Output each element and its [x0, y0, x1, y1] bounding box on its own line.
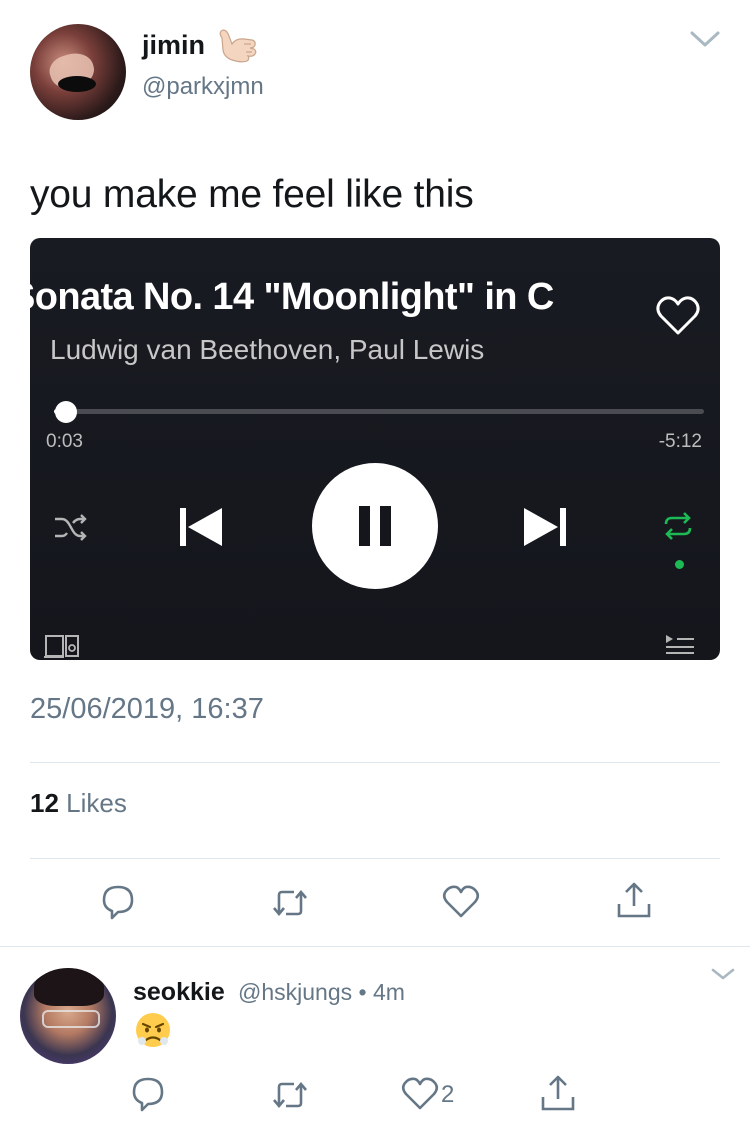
reply-separator: • [358, 979, 367, 1005]
like-heart-icon[interactable] [400, 1074, 440, 1114]
queue-icon[interactable] [664, 633, 696, 655]
repeat-active-indicator [675, 560, 684, 569]
heart-outline-icon[interactable] [654, 294, 702, 338]
tweet-media-player[interactable]: Sonata No. 14 "Moonlight" in C Ludwig va… [30, 238, 720, 660]
author-handle[interactable]: @parkxjmn [142, 73, 264, 101]
call-me-hand-emoji-icon [219, 29, 257, 63]
divider [30, 858, 720, 859]
retweet-icon[interactable] [270, 883, 310, 923]
tweet-text: you make me feel like this [30, 173, 474, 216]
tweet-timestamp[interactable]: 25/06/2019, 16:37 [30, 693, 264, 726]
next-track-icon[interactable] [520, 502, 570, 552]
reply-author-avatar[interactable] [20, 968, 116, 1064]
reply-like-count: 2 [441, 1081, 455, 1108]
like-heart-icon[interactable] [441, 882, 481, 922]
reply-author-name[interactable]: seokkie [133, 978, 225, 1007]
chevron-down-icon[interactable] [688, 28, 722, 50]
divider [0, 946, 750, 947]
reply-icon[interactable] [128, 1074, 168, 1114]
likes-label: Likes [66, 788, 127, 818]
divider [30, 762, 720, 763]
progress-knob[interactable] [55, 401, 77, 423]
share-icon[interactable] [614, 880, 654, 920]
shuffle-icon[interactable] [52, 512, 88, 542]
remaining-time: -5:12 [658, 431, 702, 452]
author-name[interactable]: jimin [142, 30, 205, 61]
retweet-icon[interactable] [270, 1075, 310, 1115]
pause-icon [359, 506, 391, 546]
author-avatar[interactable] [30, 24, 126, 120]
reply-icon[interactable] [98, 882, 138, 922]
face-with-steam-from-nose-emoji-icon [136, 1013, 170, 1047]
reply-author-handle: @hskjungs [238, 979, 353, 1005]
likes-summary[interactable]: 12 Likes [30, 788, 127, 819]
track-artist: Ludwig van Beethoven, Paul Lewis [50, 334, 485, 365]
devices-icon[interactable] [44, 633, 80, 659]
reply-time: 4m [372, 979, 405, 1005]
chevron-down-icon[interactable] [710, 966, 736, 982]
repeat-icon[interactable] [658, 510, 698, 542]
previous-track-icon[interactable] [176, 502, 226, 552]
elapsed-time: 0:03 [46, 431, 83, 452]
track-title: Sonata No. 14 "Moonlight" in C [30, 276, 554, 318]
reply-meta[interactable]: @hskjungs • 4m [238, 979, 405, 1006]
progress-track[interactable] [54, 409, 704, 414]
likes-count: 12 [30, 788, 59, 818]
share-icon[interactable] [538, 1073, 578, 1113]
